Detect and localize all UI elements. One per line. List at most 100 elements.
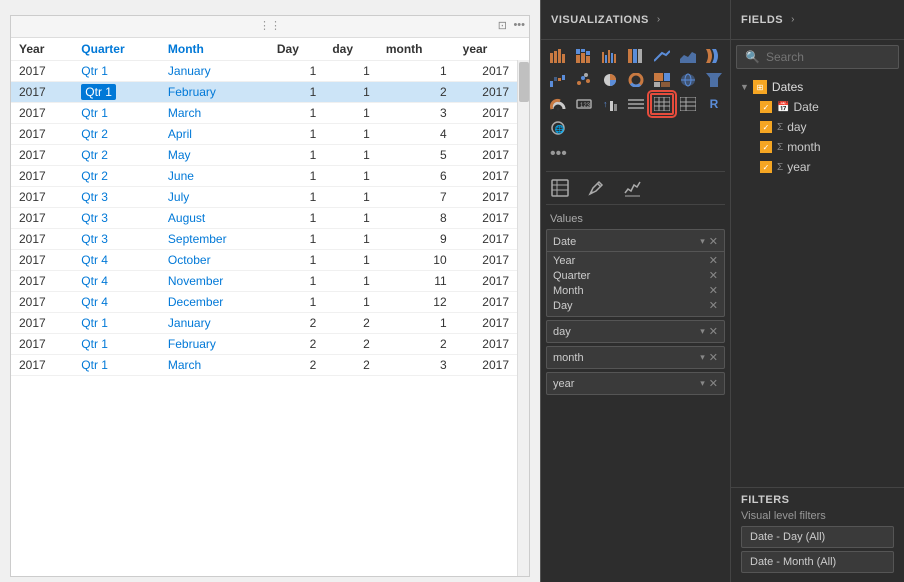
table-row[interactable]: 2017Qtr 1February2222017 — [11, 334, 517, 355]
ribbon-chart-icon[interactable] — [702, 45, 726, 67]
table-row[interactable]: 2017Qtr 4October11102017 — [11, 250, 517, 271]
year-pill-chevron[interactable]: ▾ — [700, 378, 705, 389]
search-box[interactable]: 🔍 — [736, 45, 899, 69]
year-checkbox: ✓ — [760, 161, 772, 173]
right-right: 🔍 ▼ ⊞ Dates ✓ 📅 Date — [731, 40, 904, 582]
value-day-label: Day — [553, 300, 709, 312]
month-pill[interactable]: month ▾ ✕ — [546, 346, 725, 369]
cell-year-num: 2017 — [455, 166, 517, 187]
map-icon[interactable] — [676, 69, 700, 91]
year-pill-remove[interactable]: ✕ — [709, 377, 718, 390]
table-row[interactable]: 2017Qtr 1February1122017 — [11, 82, 517, 103]
table-row[interactable]: 2017Qtr 2June1162017 — [11, 166, 517, 187]
table-row[interactable]: 2017Qtr 2May1152017 — [11, 145, 517, 166]
table-row[interactable]: 2017Qtr 3August1182017 — [11, 208, 517, 229]
treemap-icon[interactable] — [650, 69, 674, 91]
value-date-chevron[interactable]: ▾ — [700, 236, 705, 247]
filter-date-day[interactable]: Date - Day (All) — [741, 526, 894, 548]
stacked-bar-icon[interactable] — [572, 45, 596, 67]
fields-chevron[interactable]: › — [791, 14, 794, 25]
funnel-icon[interactable] — [702, 69, 726, 91]
cell-quarter: Qtr 4 — [73, 250, 160, 271]
fields-tree: ▼ ⊞ Dates ✓ 📅 Date ✓ Σ day — [736, 77, 899, 482]
date-calendar-icon: 📅 — [777, 102, 789, 113]
table-row[interactable]: 2017Qtr 3July1172017 — [11, 187, 517, 208]
gauge-icon[interactable] — [546, 93, 570, 115]
tree-item-date[interactable]: ✓ 📅 Date — [736, 97, 899, 117]
table-row[interactable]: 2017Qtr 1January2212017 — [11, 313, 517, 334]
scatter-chart-icon[interactable] — [572, 69, 596, 91]
day-pill-remove[interactable]: ✕ — [709, 325, 718, 338]
cell-year-num: 2017 — [455, 103, 517, 124]
cell-month-num: 2 — [378, 82, 455, 103]
clustered-bar-icon[interactable] — [598, 45, 622, 67]
vertical-scrollbar[interactable] — [517, 60, 529, 576]
search-input[interactable] — [766, 50, 904, 64]
table-row[interactable]: 2017Qtr 1January1112017 — [11, 61, 517, 82]
pie-chart-icon[interactable] — [598, 69, 622, 91]
day-pill[interactable]: day ▾ ✕ — [546, 320, 725, 343]
day-pill-chevron[interactable]: ▾ — [700, 326, 705, 337]
drag-handle: ⋮⋮ — [259, 19, 281, 32]
table-row[interactable]: 2017Qtr 1March1132017 — [11, 103, 517, 124]
value-date-label: Date — [553, 236, 700, 248]
cell-day: 1 — [269, 124, 324, 145]
value-month-remove[interactable]: ✕ — [709, 284, 718, 297]
tree-item-day[interactable]: ✓ Σ day — [736, 117, 899, 137]
cell-day: 1 — [269, 292, 324, 313]
table-row[interactable]: 2017Qtr 4December11122017 — [11, 292, 517, 313]
more-viz-dots[interactable]: ••• — [546, 143, 725, 167]
analytics-tab[interactable] — [618, 176, 646, 200]
value-day-remove[interactable]: ✕ — [709, 299, 718, 312]
table-row[interactable]: 2017Qtr 1March2232017 — [11, 355, 517, 376]
cell-year: 2017 — [11, 103, 73, 124]
format-tab[interactable] — [582, 176, 610, 200]
cell-day: 1 — [269, 166, 324, 187]
r-visual-icon[interactable]: R — [702, 93, 726, 115]
table-row[interactable]: 2017Qtr 4November11112017 — [11, 271, 517, 292]
donut-chart-icon[interactable] — [624, 69, 648, 91]
tree-item-year[interactable]: ✓ Σ year — [736, 157, 899, 177]
waterfall-icon[interactable] — [546, 69, 570, 91]
expand-icon[interactable]: ⊡ — [498, 19, 507, 32]
value-quarter: Quarter ✕ — [547, 268, 724, 283]
cell-month-num: 1 — [378, 313, 455, 334]
cell-quarter: Qtr 3 — [73, 208, 160, 229]
visualizations-chevron[interactable]: › — [657, 14, 660, 25]
bar-chart-icon[interactable] — [546, 45, 570, 67]
cell-year: 2017 — [11, 124, 73, 145]
line-chart-icon[interactable] — [650, 45, 674, 67]
month-pill-remove[interactable]: ✕ — [709, 351, 718, 364]
filter-date-month[interactable]: Date - Month (All) — [741, 551, 894, 573]
col-header-day-lower: day — [324, 38, 378, 61]
value-year-remove[interactable]: ✕ — [709, 254, 718, 267]
kpi-icon[interactable]: ↑ — [598, 93, 622, 115]
value-quarter-remove[interactable]: ✕ — [709, 269, 718, 282]
cell-year-num: 2017 — [455, 187, 517, 208]
table-row[interactable]: 2017Qtr 3September1192017 — [11, 229, 517, 250]
col-header-year: Year — [11, 38, 73, 61]
fields-tab[interactable] — [546, 176, 574, 200]
scrollbar-thumb[interactable] — [519, 62, 529, 102]
cell-year: 2017 — [11, 250, 73, 271]
month-pill-chevron[interactable]: ▾ — [700, 352, 705, 363]
cell-year: 2017 — [11, 166, 73, 187]
slicer-icon[interactable] — [624, 93, 648, 115]
panels-header: VISUALIZATIONS › FIELDS › — [541, 0, 904, 40]
cell-day: 2 — [269, 355, 324, 376]
custom-visual-icon[interactable]: 🌐 — [546, 117, 570, 139]
col-header-day: Day — [269, 38, 324, 61]
year-pill[interactable]: year ▾ ✕ — [546, 372, 725, 395]
value-date-remove[interactable]: ✕ — [709, 235, 718, 248]
matrix-icon[interactable] — [676, 93, 700, 115]
table-container: ⋮⋮ ⊡ ••• Year Quarter Month Day day mont… — [10, 15, 530, 577]
area-chart-icon[interactable] — [676, 45, 700, 67]
table-row[interactable]: 2017Qtr 2April1142017 — [11, 124, 517, 145]
100-stacked-bar-icon[interactable] — [624, 45, 648, 67]
table-icon[interactable] — [650, 93, 674, 115]
tree-item-month[interactable]: ✓ Σ month — [736, 137, 899, 157]
dates-group-header[interactable]: ▼ ⊞ Dates — [736, 77, 899, 97]
card-icon[interactable]: 123 — [572, 93, 596, 115]
more-options-icon[interactable]: ••• — [513, 19, 525, 31]
cell-day-num: 2 — [324, 334, 378, 355]
